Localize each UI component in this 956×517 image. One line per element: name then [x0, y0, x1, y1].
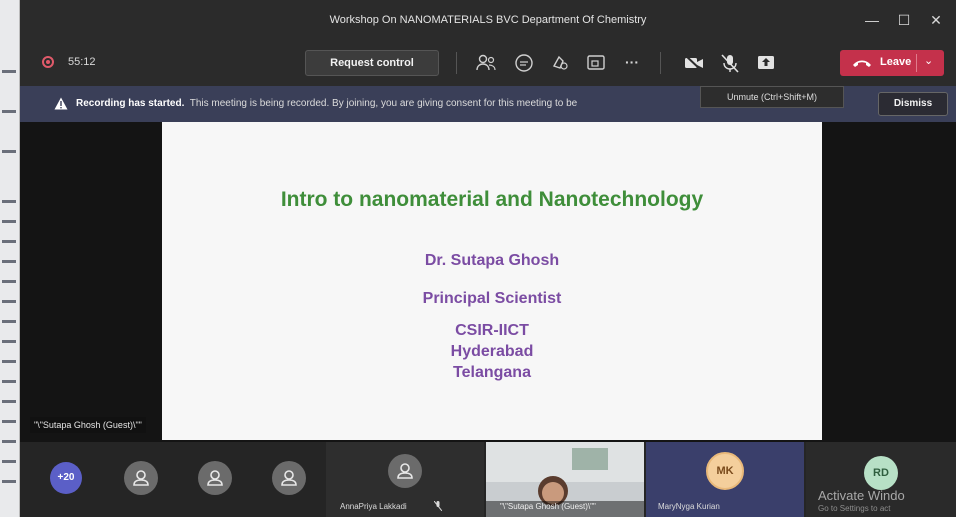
presenter-name-label: "\"Sutapa Ghosh (Guest)\"" [30, 417, 146, 433]
activate-windows-subtext: Go to Settings to act [818, 504, 891, 513]
share-tray-icon[interactable] [584, 52, 608, 74]
toolbar-divider [456, 52, 457, 74]
person-icon [133, 470, 149, 486]
close-button[interactable]: ✕ [924, 9, 948, 31]
chevron-down-icon[interactable]: ⌄ [924, 54, 936, 70]
presentation-slide: Intro to nanomaterial and Nanotechnology… [162, 122, 822, 440]
participant-avatar[interactable] [198, 461, 232, 495]
shared-content-stage: Intro to nanomaterial and Nanotechnology… [20, 122, 956, 442]
more-participants-badge[interactable]: +20 [50, 462, 82, 494]
participant-tile[interactable]: AnnaPriya Lakkadi [326, 442, 484, 517]
participant-video-tile[interactable]: "\"Sutapa Ghosh (Guest)\"" [486, 442, 644, 517]
slide-city: Hyderabad [450, 343, 534, 360]
activate-windows-watermark: Activate Windo [818, 488, 905, 503]
person-icon [207, 470, 223, 486]
video-wall-frame [572, 448, 608, 470]
recording-message-bold: Recording has started. [76, 98, 185, 109]
participant-name: "\"Sutapa Ghosh (Guest)\"" [500, 502, 596, 511]
recording-message: Recording has started. This meeting is b… [76, 98, 577, 109]
participant-initials-avatar: MK [706, 452, 744, 490]
slide-presenter-role: Principal Scientist [422, 290, 562, 307]
participant-avatar[interactable] [272, 461, 306, 495]
warning-icon [54, 97, 68, 110]
request-control-button[interactable]: Request control [305, 50, 439, 76]
recording-message-text: This meeting is being recorded. By joini… [189, 98, 578, 109]
participants-icon[interactable] [474, 52, 498, 74]
hang-up-icon [853, 60, 871, 67]
chat-icon[interactable] [512, 52, 536, 74]
person-icon [397, 463, 413, 479]
reactions-icon[interactable] [548, 52, 572, 74]
share-screen-icon[interactable] [754, 52, 778, 74]
more-icon[interactable]: ··· [620, 52, 644, 74]
meeting-timer: 55:12 [68, 56, 96, 68]
slide-title: Intro to nanomaterial and Nanotechnology [280, 188, 704, 211]
camera-off-icon[interactable] [682, 52, 706, 74]
person-icon [281, 470, 297, 486]
mic-muted-icon [434, 501, 442, 511]
toolbar-divider [660, 52, 661, 74]
recording-indicator-icon [42, 56, 54, 68]
background-window-strip [0, 0, 20, 517]
participant-avatar[interactable] [124, 461, 158, 495]
leave-label: Leave [880, 56, 912, 68]
participant-avatar [388, 454, 422, 488]
participant-initials-avatar: RD [864, 456, 898, 490]
participant-gallery: +20 AnnaPriya Lakkadi "\"Sutapa Ghosh (G… [20, 442, 956, 517]
mic-muted-icon[interactable] [718, 52, 742, 74]
leave-divider [916, 54, 917, 72]
leave-button[interactable]: Leave ⌄ [840, 50, 944, 76]
unmute-tooltip: Unmute (Ctrl+Shift+M) [700, 86, 844, 108]
participant-tile[interactable]: MK MaryNyga Kurian [646, 442, 804, 517]
teams-meeting-window: Workshop On NANOMATERIALS BVC Department… [20, 0, 956, 517]
slide-institution: CSIR-IICT [455, 322, 529, 339]
maximize-button[interactable]: ☐ [892, 9, 916, 31]
dismiss-button[interactable]: Dismiss [878, 92, 948, 116]
minimize-button[interactable]: — [860, 9, 884, 31]
participant-name: MaryNyga Kurian [658, 502, 720, 511]
meeting-toolbar: 55:12 Request control ··· Leave ⌄ [20, 40, 956, 86]
slide-state: Telangana [453, 364, 531, 381]
slide-presenter-name: Dr. Sutapa Ghosh [424, 252, 560, 269]
title-bar: Workshop On NANOMATERIALS BVC Department… [20, 0, 956, 40]
participant-name: AnnaPriya Lakkadi [340, 502, 407, 511]
window-title: Workshop On NANOMATERIALS BVC Department… [329, 14, 647, 26]
video-background [486, 442, 644, 482]
